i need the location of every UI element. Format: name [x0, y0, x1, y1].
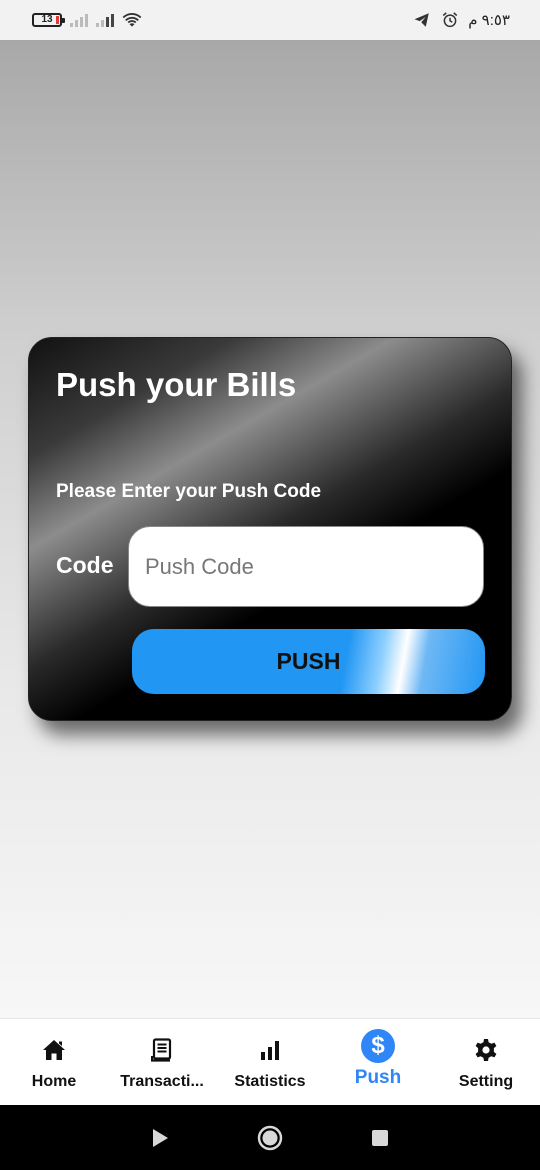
receipt-icon	[151, 1037, 173, 1063]
card-title: Push your Bills	[56, 366, 297, 403]
push-code-input[interactable]	[128, 526, 484, 607]
battery-level: 13	[41, 14, 53, 25]
nav-label-statistics: Statistics	[234, 1073, 306, 1090]
bar-chart-icon	[259, 1037, 281, 1063]
status-bar: 13 ٩:٥٣ م	[0, 0, 540, 40]
nav-item-setting[interactable]: Setting	[432, 1019, 540, 1105]
home-icon	[42, 1037, 66, 1063]
nav-label-transactions: Transacti...	[120, 1073, 204, 1090]
status-time: ٩:٥٣ م	[468, 12, 510, 29]
gear-icon	[474, 1037, 498, 1063]
back-icon[interactable]	[145, 1123, 175, 1153]
nav-item-transactions[interactable]: Transacti...	[108, 1019, 216, 1105]
signal-icon	[96, 13, 114, 27]
nav-item-push[interactable]: $ Push	[324, 1019, 432, 1105]
bottom-nav: Home Transacti... Statistics $ Push Sett…	[0, 1018, 540, 1105]
code-label: Code	[56, 552, 114, 578]
nav-label-push: Push	[354, 1067, 402, 1088]
nav-label-home: Home	[31, 1073, 77, 1090]
system-nav-bar	[0, 1105, 540, 1170]
home-circle-icon[interactable]	[255, 1123, 285, 1153]
wifi-icon	[122, 13, 142, 27]
battery-icon: 13	[32, 13, 65, 27]
status-left: 13	[32, 11, 142, 29]
main-content: Push your Bills Please Enter your Push C…	[0, 40, 540, 1018]
status-right: ٩:٥٣ م	[412, 11, 510, 29]
dollar-icon: $	[361, 1029, 395, 1063]
signal-icon	[70, 13, 88, 27]
nav-item-statistics[interactable]: Statistics	[216, 1019, 324, 1105]
nav-label-setting: Setting	[458, 1073, 514, 1090]
nav-item-home[interactable]: Home	[0, 1019, 108, 1105]
telegram-icon	[414, 13, 429, 27]
recents-icon[interactable]	[365, 1123, 395, 1153]
alarm-icon	[442, 12, 458, 28]
push-card: Push your Bills Please Enter your Push C…	[28, 337, 512, 721]
push-button[interactable]: PUSH	[132, 629, 485, 694]
card-subtitle: Please Enter your Push Code	[56, 481, 322, 502]
battery-low-indicator	[56, 16, 59, 24]
